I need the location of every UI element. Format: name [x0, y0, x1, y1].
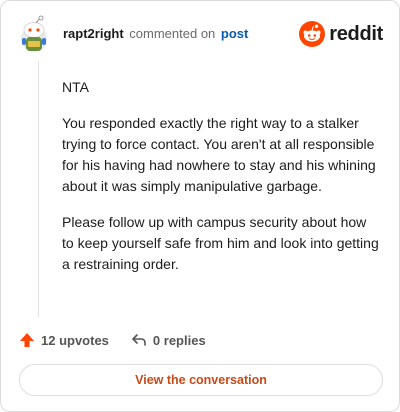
comment-author-line: rapt2right commented on post [63, 26, 248, 41]
brand-wordmark: reddit [329, 22, 383, 45]
reddit-logo-icon [299, 21, 326, 47]
comment-actions: 12 upvotes 0 replies [19, 330, 206, 350]
comment-body: NTA You responded exactly the right way … [62, 77, 380, 290]
comment-embed-card: rapt2right commented on post reddit NTA … [0, 0, 400, 412]
replies-button[interactable]: 0 replies [131, 332, 206, 348]
snoo-avatar[interactable] [17, 15, 51, 53]
reddit-brand[interactable]: reddit [299, 21, 383, 47]
author-verb: commented on [129, 26, 216, 41]
comment-header: rapt2right commented on post reddit [17, 15, 383, 55]
view-conversation-button[interactable]: View the conversation [19, 364, 383, 396]
author-name[interactable]: rapt2right [63, 26, 124, 41]
comment-paragraph: NTA [62, 79, 89, 95]
post-link[interactable]: post [221, 26, 248, 41]
upvote-count: 12 upvotes [41, 332, 109, 348]
comment-paragraph: Please follow up with campus security ab… [62, 214, 379, 272]
reply-arrow-icon [132, 334, 146, 346]
reply-count: 0 replies [152, 332, 206, 348]
upvote-button[interactable]: 12 upvotes [19, 332, 109, 348]
comment-paragraph: You responded exactly the right way to a… [62, 115, 376, 194]
thread-line [38, 61, 39, 317]
upvote-arrow-icon [20, 333, 34, 347]
